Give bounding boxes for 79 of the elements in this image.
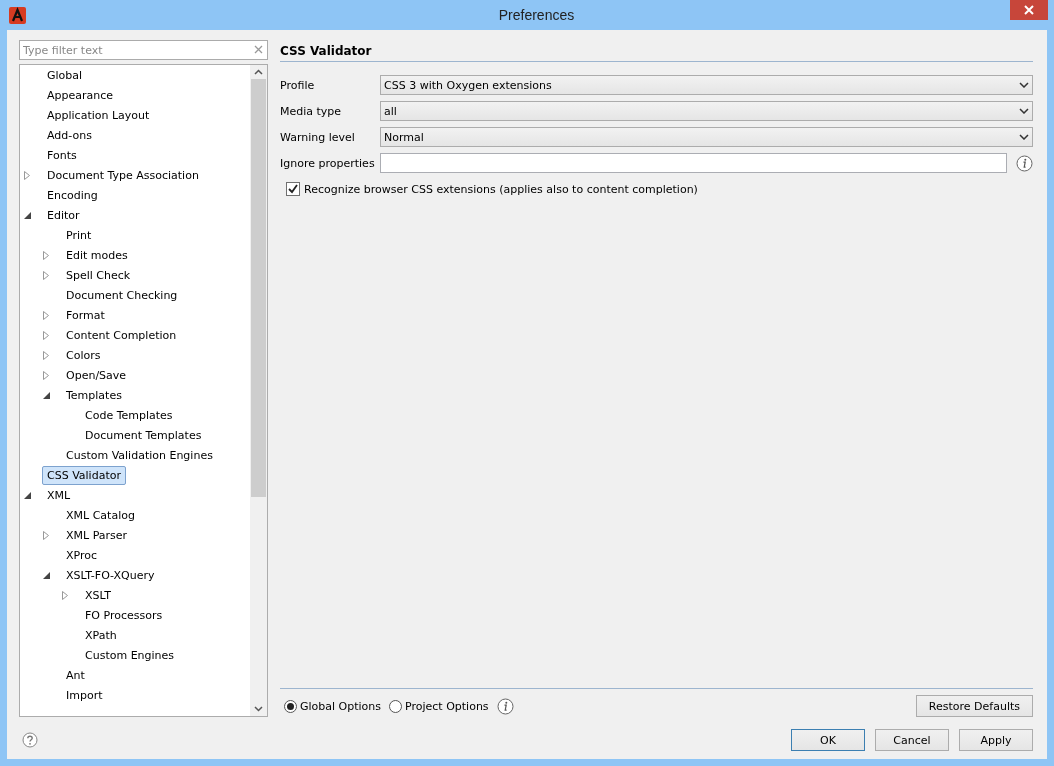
tree-item[interactable]: Open/Save [61, 365, 132, 385]
collapsed-triangle-icon[interactable] [24, 170, 30, 180]
tree-item[interactable]: XML Catalog [61, 505, 140, 525]
text-field[interactable] [380, 153, 1007, 173]
collapsed-triangle-icon[interactable] [43, 350, 49, 360]
dropdown[interactable]: CSS 3 with Oxygen extensions [380, 75, 1033, 95]
tree-item[interactable]: Application Layout [42, 105, 155, 125]
tree-item[interactable]: Colors [61, 345, 106, 365]
collapsed-triangle-icon[interactable] [43, 270, 49, 280]
check-icon [288, 184, 298, 194]
tree-item[interactable]: Ant [61, 665, 90, 685]
tree-item[interactable]: Custom Engines [80, 645, 180, 665]
field-label: Ignore properties [280, 156, 376, 170]
expanded-triangle-icon[interactable] [43, 571, 50, 579]
caret-icon [1019, 134, 1029, 140]
checkbox-label: Recognize browser CSS extensions (applies also to content completion) [304, 182, 698, 196]
window-title: Preferences [498, 7, 575, 23]
tree-item[interactable]: Code Templates [80, 405, 178, 425]
field-label: Media type [280, 104, 343, 118]
dropdown[interactable]: Normal [380, 127, 1033, 147]
radio-label: Global Options [300, 699, 382, 713]
tree-item[interactable]: CSS Validator [42, 465, 126, 485]
tree-item[interactable]: Global [42, 65, 88, 85]
checkbox[interactable] [286, 182, 300, 196]
tree-item[interactable]: FO Processors [80, 605, 168, 625]
dropdown[interactable]: all [380, 101, 1033, 121]
page-title: CSS Validator [280, 40, 1033, 62]
dialog-button[interactable]: Cancel [875, 729, 949, 751]
tree-item[interactable]: XML [42, 485, 76, 505]
tree-item[interactable]: XProc [61, 545, 103, 565]
radio-button[interactable] [389, 699, 403, 713]
tree-item[interactable]: Add-ons [42, 125, 97, 145]
tree-item[interactable]: Editor [42, 205, 85, 225]
filter-field[interactable]: Type filter text [19, 40, 268, 60]
tree-item[interactable]: Document Type Association [42, 165, 204, 185]
tree-item[interactable]: Content Completion [61, 325, 182, 345]
tree-item[interactable]: Edit modes [61, 245, 133, 265]
tree-item[interactable]: XSLT-FO-XQuery [61, 565, 160, 585]
restore-defaults-button[interactable]: Restore Defaults [915, 695, 1033, 717]
collapsed-triangle-icon[interactable] [43, 250, 49, 260]
radio-label: Project Options [405, 699, 489, 713]
tree-item[interactable]: XML Parser [61, 525, 133, 545]
expanded-triangle-icon[interactable] [24, 491, 31, 499]
tree-item[interactable]: Appearance [42, 85, 119, 105]
tree-item[interactable]: Encoding [42, 185, 103, 205]
field-label: Warning level [280, 130, 356, 144]
tree-item[interactable]: XPath [80, 625, 122, 645]
tree-item[interactable]: Templates [61, 385, 127, 405]
info-icon[interactable] [1016, 154, 1033, 172]
tree-item[interactable]: Document Checking [61, 285, 183, 305]
tree-item[interactable]: Print [61, 225, 97, 245]
tree-item[interactable]: XSLT [80, 585, 116, 605]
tree-item[interactable]: Spell Check [61, 265, 136, 285]
collapsed-triangle-icon[interactable] [43, 330, 49, 340]
dialog-button[interactable]: Apply [959, 729, 1033, 751]
tree-item[interactable]: Document Templates [80, 425, 207, 445]
tree-item[interactable]: Fonts [42, 145, 82, 165]
app-logo-icon [9, 6, 26, 24]
collapsed-triangle-icon[interactable] [43, 310, 49, 320]
radio-button[interactable] [284, 699, 297, 713]
help-icon[interactable] [22, 732, 38, 748]
expanded-triangle-icon[interactable] [43, 391, 50, 399]
caret-icon [1019, 108, 1029, 114]
collapsed-triangle-icon[interactable] [62, 590, 68, 600]
tree-item[interactable]: Custom Validation Engines [61, 445, 218, 465]
field-label: Profile [280, 78, 316, 92]
close-icon [1024, 5, 1034, 15]
collapsed-triangle-icon[interactable] [43, 370, 49, 380]
tree-item[interactable]: Format [61, 305, 110, 325]
collapsed-triangle-icon[interactable] [43, 530, 49, 540]
expanded-triangle-icon[interactable] [24, 211, 31, 219]
tree-item[interactable]: Import [61, 685, 108, 705]
scrollbar[interactable] [250, 65, 267, 716]
info-icon[interactable] [496, 697, 514, 715]
close-button[interactable] [1010, 0, 1048, 20]
caret-icon [1019, 82, 1029, 88]
radio-dot-icon [287, 702, 294, 710]
dialog-button[interactable]: OK [791, 729, 865, 751]
clear-icon[interactable] [254, 45, 263, 54]
